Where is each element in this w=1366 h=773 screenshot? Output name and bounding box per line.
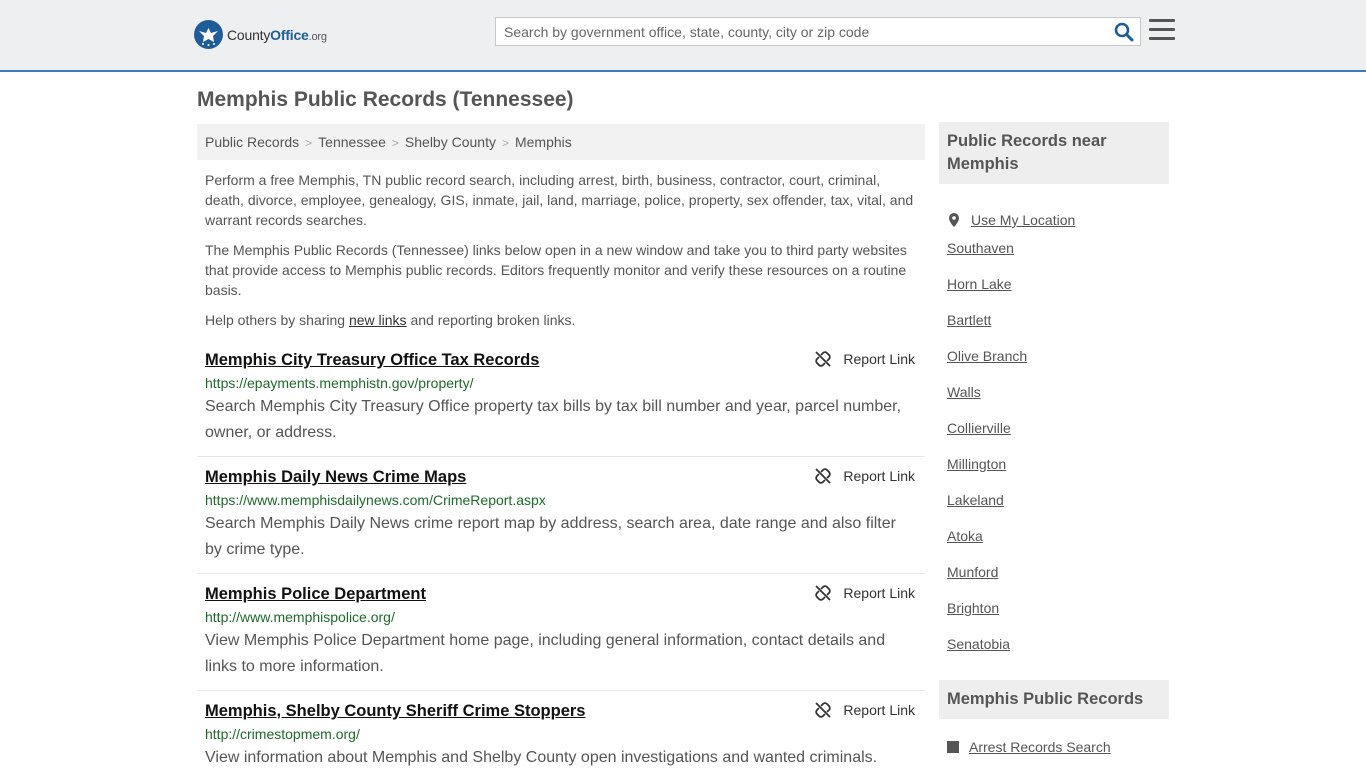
breadcrumb-tennessee[interactable]: Tennessee	[318, 134, 386, 150]
record-item: Memphis, Shelby County Sheriff Crime Sto…	[197, 700, 925, 768]
nearby-item: Horn Lake	[939, 274, 1169, 310]
sidebar-records: Memphis Public Records Arrest Records Se…	[939, 680, 1169, 773]
intro-paragraph-3: Help others by sharing new links and rep…	[205, 310, 917, 330]
nearby-item: Lakeland	[939, 490, 1169, 526]
report-link-label: Report Link	[843, 702, 915, 718]
report-link-label: Report Link	[843, 585, 915, 601]
search-icon[interactable]	[1114, 22, 1134, 42]
page-title: Memphis Public Records (Tennessee)	[197, 88, 574, 111]
broken-link-icon	[815, 351, 832, 367]
square-bullet-icon	[947, 741, 959, 753]
nearby-list: Use My Location Southaven Horn Lake Bart…	[939, 202, 1169, 670]
record-title-link[interactable]: Memphis Daily News Crime Maps	[205, 466, 917, 488]
record-description: View Memphis Police Department home page…	[205, 632, 886, 675]
sidebar-nearby: Public Records near Memphis Use My Locat…	[939, 122, 1169, 670]
nearby-item: Southaven	[939, 238, 1169, 274]
new-links-link[interactable]: new links	[349, 312, 407, 328]
hamburger-menu-icon[interactable]	[1149, 19, 1175, 43]
breadcrumb-separator: >	[391, 136, 399, 150]
logo-county-text: County	[227, 26, 271, 43]
broken-link-icon	[815, 585, 832, 601]
breadcrumb: Public Records > Tennessee > Shelby County > M…	[197, 124, 925, 160]
nearby-link-munford[interactable]: Munford	[947, 564, 998, 580]
sidebar-nearby-heading: Public Records near Memphis	[939, 122, 1169, 184]
nearby-link-southaven[interactable]: Southaven	[947, 240, 1014, 256]
breadcrumb-shelby-county[interactable]: Shelby County	[405, 134, 496, 150]
record-url[interactable]: https://epayments.memphistn.gov/property…	[205, 374, 917, 392]
report-link-button[interactable]: Report Link	[815, 468, 915, 484]
nearby-item: Millington	[939, 454, 1169, 490]
intro-text: Help others by sharing	[205, 312, 349, 328]
search-input[interactable]	[496, 18, 1096, 45]
logo-office-text: Office	[270, 26, 309, 43]
report-link-button[interactable]: Report Link	[815, 585, 915, 601]
intro-paragraph-2: The Memphis Public Records (Tennessee) l…	[205, 242, 907, 298]
record-url[interactable]: http://www.memphispolice.org/	[205, 608, 917, 626]
nearby-item: Munford	[939, 562, 1169, 598]
nearby-link-atoka[interactable]: Atoka	[947, 528, 983, 544]
intro-text: and reporting broken links.	[406, 312, 576, 328]
nearby-item: Walls	[939, 382, 1169, 418]
nearby-link-olive-branch[interactable]: Olive Branch	[947, 348, 1027, 364]
record-description: Search Memphis Daily News crime report m…	[205, 515, 896, 558]
eagle-logo-icon	[194, 20, 223, 49]
use-location-item: Use My Location	[939, 202, 1169, 238]
nearby-item: Olive Branch	[939, 346, 1169, 382]
nearby-link-bartlett[interactable]: Bartlett	[947, 312, 991, 328]
nearby-link-senatobia[interactable]: Senatobia	[947, 636, 1010, 652]
breadcrumb-public-records[interactable]: Public Records	[205, 134, 299, 150]
nearby-item: Senatobia	[939, 634, 1169, 670]
arrest-records-search-link[interactable]: Arrest Records Search	[969, 739, 1111, 755]
nearby-item: Bartlett	[939, 310, 1169, 346]
nearby-link-horn-lake[interactable]: Horn Lake	[947, 276, 1012, 292]
nearby-link-walls[interactable]: Walls	[947, 384, 981, 400]
record-description: View information about Memphis and Shelb…	[205, 749, 878, 766]
record-item: Memphis Daily News Crime Maps https://ww…	[197, 466, 925, 574]
intro-paragraph-1: Perform a free Memphis, TN public record…	[205, 172, 914, 228]
search-box	[495, 17, 1141, 46]
nearby-item: Collierville	[939, 418, 1169, 454]
breadcrumb-separator: >	[305, 136, 313, 150]
use-my-location-link[interactable]: Use My Location	[971, 210, 1075, 230]
report-link-button[interactable]: Report Link	[815, 351, 915, 367]
map-pin-icon	[949, 213, 959, 227]
record-url[interactable]: https://www.memphisdailynews.com/CrimeRe…	[205, 491, 917, 509]
record-title-link[interactable]: Memphis, Shelby County Sheriff Crime Sto…	[205, 700, 917, 722]
logo-wordmark: CountyOffice.org	[227, 27, 327, 43]
report-link-label: Report Link	[843, 351, 915, 367]
broken-link-icon	[815, 702, 832, 718]
record-item: Memphis Police Department http://www.mem…	[197, 583, 925, 691]
record-description: Search Memphis City Treasury Office prop…	[205, 398, 902, 441]
report-link-button[interactable]: Report Link	[815, 702, 915, 718]
report-link-label: Report Link	[843, 468, 915, 484]
record-item: Memphis City Treasury Office Tax Records…	[197, 349, 925, 457]
record-title-link[interactable]: Memphis Police Department	[205, 583, 917, 605]
sidebar-records-heading: Memphis Public Records	[939, 680, 1169, 719]
record-url[interactable]: http://crimestopmem.org/	[205, 725, 917, 743]
breadcrumb-separator: >	[501, 136, 509, 150]
record-title-link[interactable]: Memphis City Treasury Office Tax Records	[205, 349, 917, 371]
nearby-link-collierville[interactable]: Collierville	[947, 420, 1011, 436]
nearby-item: Atoka	[939, 526, 1169, 562]
site-logo[interactable]: CountyOffice.org	[194, 20, 327, 49]
broken-link-icon	[815, 468, 832, 484]
site-header: CountyOffice.org	[0, 0, 1366, 72]
nearby-item: Brighton	[939, 598, 1169, 634]
breadcrumb-memphis: Memphis	[514, 134, 572, 150]
nearby-link-lakeland[interactable]: Lakeland	[947, 492, 1004, 508]
nearby-link-millington[interactable]: Millington	[947, 456, 1006, 472]
nearby-link-brighton[interactable]: Brighton	[947, 600, 999, 616]
logo-org-text: .org	[308, 30, 327, 43]
